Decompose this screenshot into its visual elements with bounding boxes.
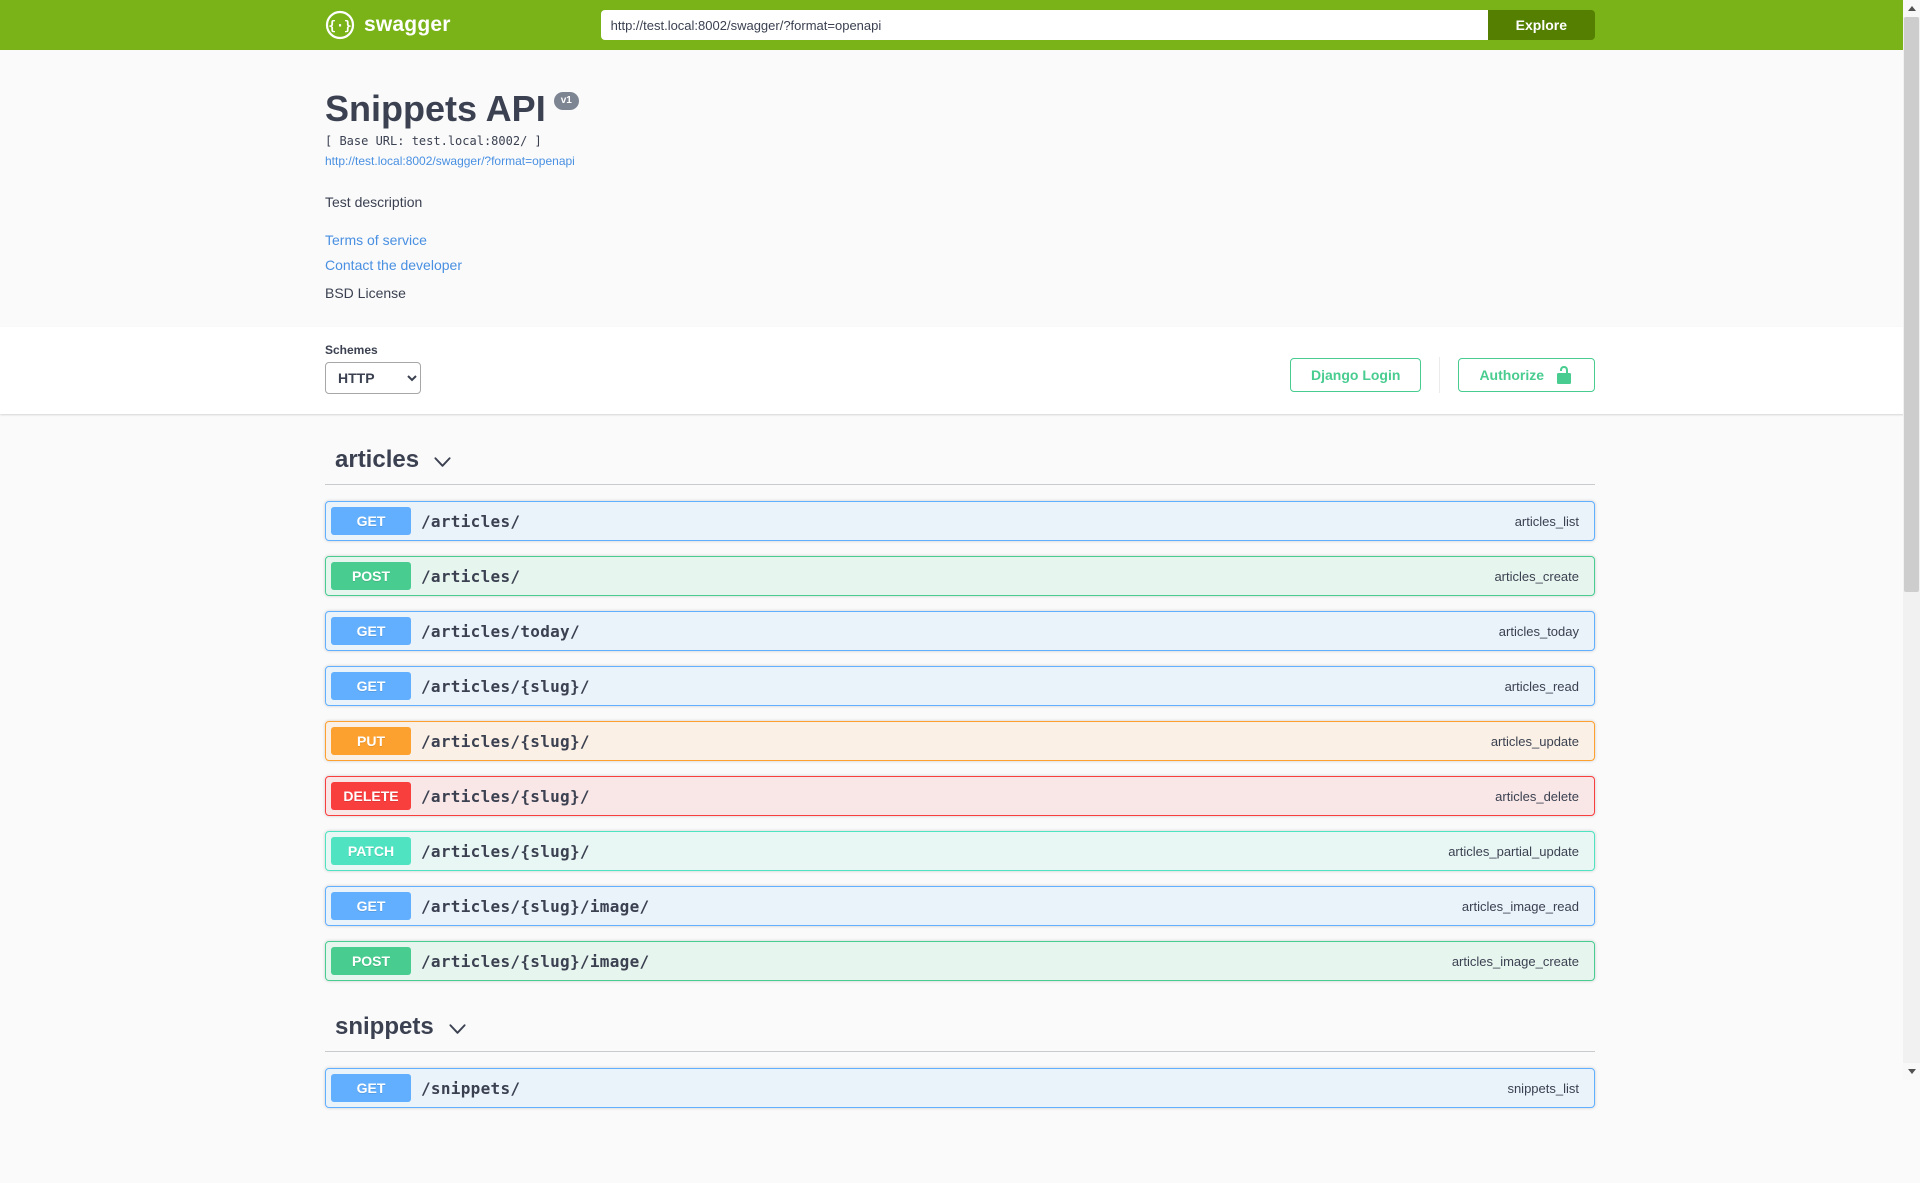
schemes-group: Schemes HTTP [325,343,421,395]
opblock-articles_update: PUT/articles/{slug}/ articles_update [325,721,1595,762]
license-text: BSD License [325,285,406,302]
operation-summary[interactable]: GET/articles/{slug}/ articles_read [326,667,1594,705]
tag-header-snippets[interactable]: snippets [325,1003,1595,1053]
method-badge: GET [331,892,411,921]
method-badge: GET [331,1074,411,1103]
opblock-articles_create: POST/articles/articles_create [325,556,1595,597]
base-url: [ Base URL: test.local:8002/ ] [325,134,542,149]
operation-path[interactable]: /articles/{slug}/ [421,842,590,861]
method-badge: GET [331,507,411,536]
method-badge: GET [331,617,411,646]
operations-container: articles GET/articles/articles_list POST/a… [305,436,1615,1183]
info-section: Snippets API v1 [ Base URL: test.local:8… [0,50,1920,328]
operation-id: articles_image_create [1451,953,1579,969]
tag-name: snippets [335,1013,434,1041]
operation-summary[interactable]: PATCH/articles/{slug}/ articles_partial_u… [326,832,1594,870]
version-badge: v1 [553,92,579,110]
explore-button[interactable]: Explore [1487,10,1595,40]
method-badge: POST [331,562,411,591]
expand-collapse-arrow[interactable] [448,1020,467,1039]
operation-path[interactable]: /articles/{slug}/image/ [421,952,649,971]
expand-collapse-arrow[interactable] [433,453,452,472]
scrollbar[interactable] [1903,0,1920,1080]
operation-id: articles_read [1504,678,1579,694]
method-badge: DELETE [331,782,411,811]
schemes-select[interactable]: HTTP [325,362,421,395]
unlock-icon [1557,366,1571,385]
contact-developer-link[interactable]: Contact the developer [325,257,462,273]
method-badge: GET [331,672,411,701]
django-login-button[interactable]: Django Login [1290,358,1422,393]
operation-summary[interactable]: POST/articles/{slug}/image/articles_imag… [326,942,1594,980]
tag-header-articles[interactable]: articles [325,436,1595,486]
operation-id: articles_delete [1495,788,1579,804]
scrollbar-thumb[interactable] [1904,17,1919,592]
svg-text:{·}: {·} [328,19,351,34]
chevron-down-icon [434,457,451,467]
explore-form: Explore [600,10,1595,40]
swagger-logo-icon: {·} [325,10,355,40]
api-title-group: Snippets API v1 [ Base URL: test.local:8… [325,88,1595,170]
operation-id: articles_list [1514,513,1579,529]
operation-id: articles_partial_update [1448,843,1579,859]
scroll-up-arrow[interactable] [1903,0,1920,17]
operation-summary[interactable]: POST/articles/articles_create [326,557,1594,595]
operation-summary[interactable]: GET/articles/{slug}/image/articles_image… [326,887,1594,925]
opblock-articles_today: GET/articles/today/articles_today [325,611,1595,652]
opblock-articles_list: GET/articles/articles_list [325,501,1595,542]
scroll-down-arrow[interactable] [1903,1063,1920,1080]
opblock-articles_delete: DELETE/articles/{slug}/ articles_delete [325,776,1595,817]
swagger-logo[interactable]: {·} swagger [325,10,451,40]
terms-of-service-link[interactable]: Terms of service [325,232,427,248]
operation-summary[interactable]: GET/snippets/snippets_list [326,1069,1594,1107]
operation-summary[interactable]: DELETE/articles/{slug}/ articles_delete [326,777,1594,815]
scheme-section: Schemes HTTP Django Login Authorize [0,327,1920,415]
operation-path[interactable]: /snippets/ [421,1079,520,1098]
django-login-label: Django Login [1311,367,1401,384]
tag-section-articles: articles GET/articles/articles_list POST/a… [325,436,1595,982]
method-badge: POST [331,947,411,976]
operation-summary[interactable]: GET/articles/articles_list [326,502,1594,540]
operation-id: articles_create [1494,568,1579,584]
tag-name: articles [335,446,420,474]
operation-id: articles_image_read [1461,898,1579,914]
authorize-button[interactable]: Authorize [1458,358,1595,393]
opblock-articles_partial_update: PATCH/articles/{slug}/ articles_partial_u… [325,831,1595,872]
operation-path[interactable]: /articles/ [421,512,520,531]
operation-path[interactable]: /articles/{slug}/ [421,732,590,751]
operation-path[interactable]: /articles/{slug}/ [421,677,590,696]
operation-summary[interactable]: GET/articles/today/articles_today [326,612,1594,650]
scroll-up-icon [1907,6,1916,11]
api-url-input[interactable] [600,10,1488,40]
operation-id: articles_update [1490,733,1579,749]
scroll-down-icon [1907,1069,1916,1074]
authorize-label: Authorize [1479,367,1544,384]
chevron-down-icon [449,1024,466,1034]
api-title-text: Snippets API [325,88,546,129]
operation-path[interactable]: /articles/{slug}/ [421,787,590,806]
operation-summary[interactable]: PUT/articles/{slug}/ articles_update [326,722,1594,760]
auth-divider [1439,357,1441,394]
operation-path[interactable]: /articles/today/ [421,622,580,641]
opblock-snippets_list: GET/snippets/snippets_list [325,1068,1595,1109]
method-badge: PUT [331,727,411,756]
opblock-articles_read: GET/articles/{slug}/ articles_read [325,666,1595,707]
api-description: Test description [325,194,423,211]
topbar: {·} swagger Explore [0,0,1920,50]
auth-wrapper: Django Login Authorize [1290,357,1595,394]
operation-path[interactable]: /articles/{slug}/image/ [421,897,649,916]
method-badge: PATCH [331,837,411,866]
opblock-articles_image_create: POST/articles/{slug}/image/articles_imag… [325,941,1595,982]
swagger-brand-text: swagger [364,13,451,36]
page-title: Snippets API v1 [325,88,1595,129]
opblock-articles_image_read: GET/articles/{slug}/image/articles_image… [325,886,1595,927]
schemes-label: Schemes [325,343,378,358]
operation-path[interactable]: /articles/ [421,567,520,586]
operation-id: articles_today [1498,623,1579,639]
tag-section-snippets: snippets GET/snippets/snippets_list [325,1003,1595,1109]
spec-link[interactable]: http://test.local:8002/swagger/?format=o… [325,154,575,168]
operation-id: snippets_list [1507,1080,1579,1096]
